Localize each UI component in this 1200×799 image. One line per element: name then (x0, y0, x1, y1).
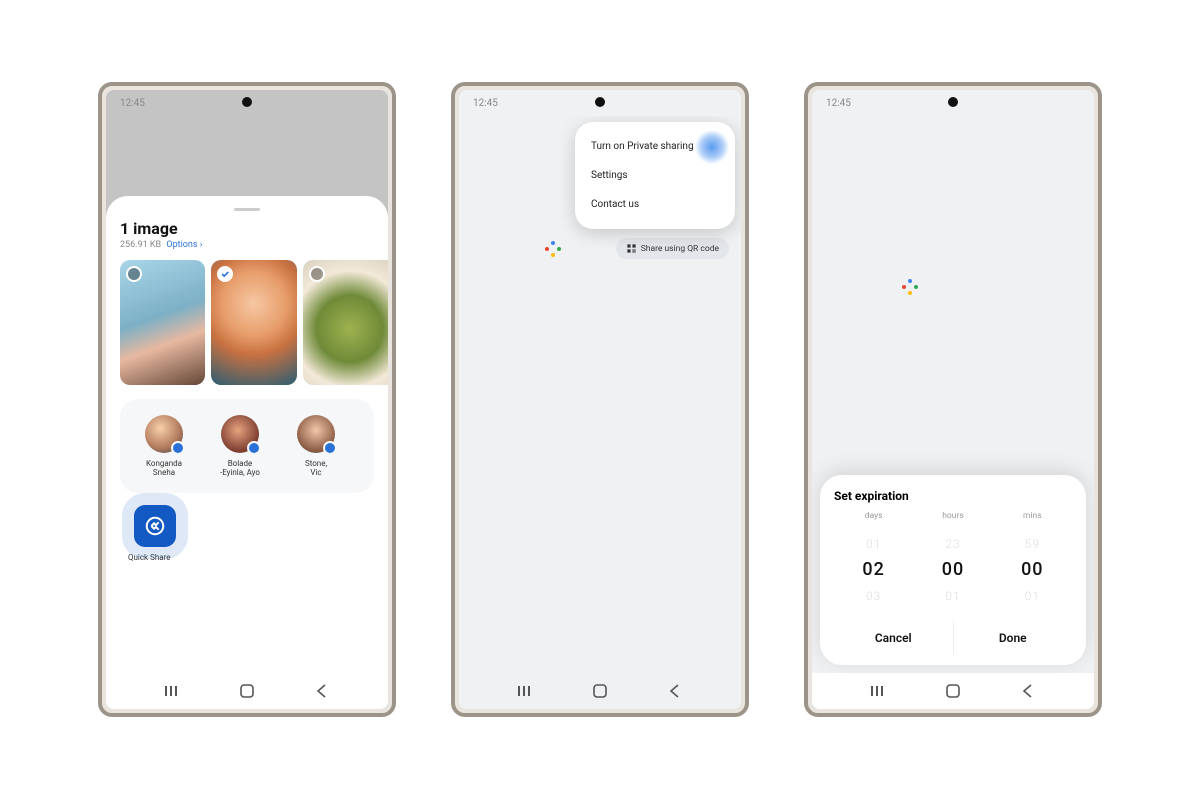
status-time: 12:45 (473, 98, 498, 109)
status-time: 12:45 (120, 98, 145, 109)
camera-hole (242, 97, 252, 107)
select-indicator-off[interactable] (309, 266, 325, 282)
menu-settings[interactable]: Settings (575, 161, 735, 190)
sheet-drag-handle[interactable] (234, 208, 260, 211)
camera-hole (595, 97, 605, 107)
options-link[interactable]: Options › (166, 240, 202, 250)
overflow-menu: Turn on Private sharing Settings Contact… (575, 122, 735, 229)
avatar (145, 415, 183, 453)
avatar (221, 415, 259, 453)
status-time: 12:45 (826, 98, 851, 109)
nav-back-button[interactable] (312, 682, 330, 700)
phone-2-quick-share-menu: 12:45 Quick Share You'll share as Est Sh… (451, 82, 749, 717)
messenger-badge-icon (171, 441, 185, 455)
picker-col-mins[interactable]: mins 59 00 01 (993, 511, 1072, 609)
picker-col-days[interactable]: days 01 02 03 (834, 511, 913, 609)
android-nav-bar (106, 673, 388, 709)
select-indicator-on[interactable] (217, 266, 233, 282)
scanning-animation-icon (900, 277, 920, 297)
camera-hole (948, 97, 958, 107)
menu-private-sharing[interactable]: Turn on Private sharing (575, 132, 735, 161)
nav-home-button[interactable] (944, 682, 962, 700)
avatar (297, 415, 335, 453)
qr-code-icon (626, 243, 637, 254)
sheet-title: 1 image (120, 219, 374, 238)
android-nav-bar (459, 673, 741, 709)
contact-suggestion[interactable]: Bolade -Eyinla, Ayo (206, 415, 274, 477)
nav-recents-button[interactable] (517, 682, 535, 700)
share-qr-button[interactable]: Share using QR code (616, 238, 729, 259)
quick-share-label: Quick Share (128, 553, 374, 562)
contact-suggestion[interactable]: Konganda Sneha (130, 415, 198, 477)
thumbnail-3[interactable] (303, 260, 388, 385)
nav-home-button[interactable] (591, 682, 609, 700)
nav-back-button[interactable] (1018, 682, 1036, 700)
messenger-badge-icon (247, 441, 261, 455)
thumbnail-2[interactable] (211, 260, 296, 385)
phone-3-set-expiration: 12:45 Quick Share Private sharing Files … (804, 82, 1102, 717)
thumbnail-1[interactable] (120, 260, 205, 385)
nav-home-button[interactable] (238, 682, 256, 700)
nav-recents-button[interactable] (164, 682, 182, 700)
nav-back-button[interactable] (665, 682, 683, 700)
done-button[interactable]: Done (954, 621, 1073, 655)
contact-suggestion[interactable]: Stone, Vic (282, 415, 350, 477)
share-sheet: 1 image 256.91 KB Options › (106, 196, 388, 673)
quick-share-icon (144, 515, 166, 537)
picker-col-hours[interactable]: hours 23 00 01 (913, 511, 992, 609)
cancel-button[interactable]: Cancel (834, 621, 953, 655)
quick-share-app-icon[interactable] (134, 505, 176, 547)
menu-contact-us[interactable]: Contact us (575, 190, 735, 219)
expiration-picker-sheet: Set expiration days 01 02 03 hours 23 00… (820, 475, 1086, 665)
nav-recents-button[interactable] (870, 682, 888, 700)
scanning-animation-icon (543, 239, 563, 259)
phone-1-share-sheet: 12:45 1 image 256.91 KB Options › (98, 82, 396, 717)
messenger-badge-icon (323, 441, 337, 455)
picker-title: Set expiration (834, 489, 1072, 503)
select-indicator-off[interactable] (126, 266, 142, 282)
file-size-label: 256.91 KB (120, 240, 161, 250)
android-nav-bar (812, 673, 1094, 709)
check-icon (220, 269, 230, 279)
contacts-row: Konganda Sneha Bolade -Eyinla, Ayo Stone… (120, 399, 374, 493)
